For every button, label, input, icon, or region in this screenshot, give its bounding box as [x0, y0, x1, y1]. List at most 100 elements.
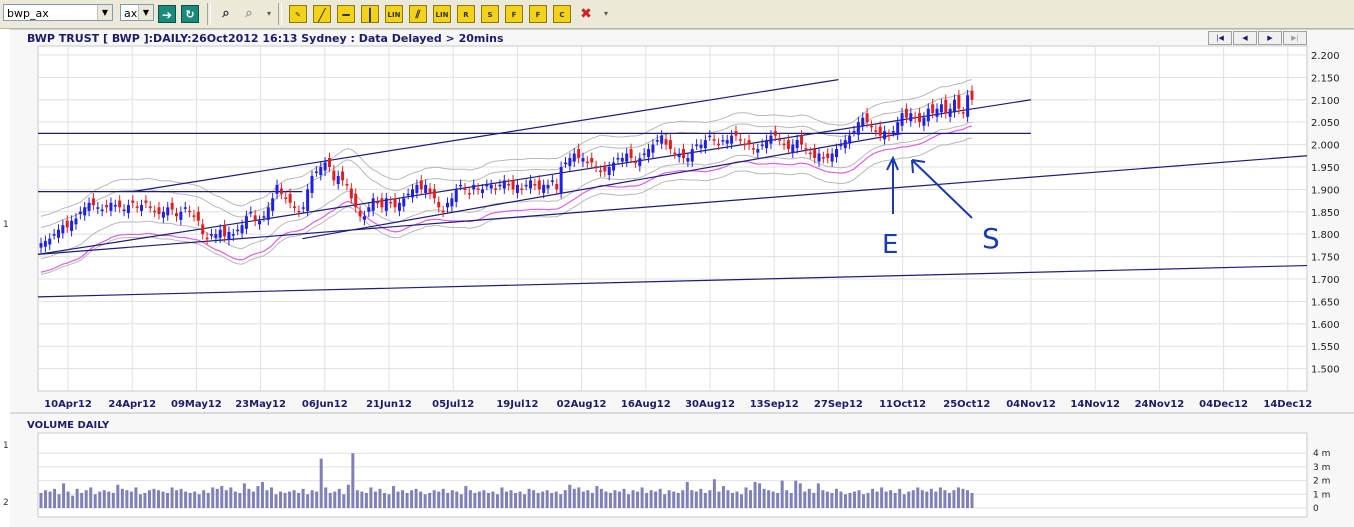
candle-body — [559, 166, 563, 193]
volume-bar — [758, 483, 762, 508]
volume-bar — [676, 492, 680, 508]
candle-body — [135, 206, 139, 208]
volume-bar — [884, 491, 888, 508]
candle-body — [765, 140, 769, 149]
volume-bar — [224, 490, 228, 508]
volume-bar — [875, 491, 879, 508]
volume-bar — [193, 491, 197, 508]
candle-body — [511, 180, 515, 190]
volume-bar — [369, 487, 373, 508]
x-tick-label: 14Dec12 — [1263, 399, 1312, 410]
candle-body — [65, 220, 69, 228]
volume-bar — [794, 480, 798, 508]
candle-body — [520, 188, 524, 190]
candle-body — [397, 202, 401, 211]
volume-bar — [410, 490, 414, 508]
y-tick-label: 1.500 — [1311, 365, 1340, 376]
volume-tick-label: 1 m — [1313, 490, 1330, 500]
volume-bar — [785, 490, 789, 508]
candle-body — [402, 198, 406, 207]
volume-bar — [464, 486, 468, 508]
candle-body — [424, 184, 428, 193]
volume-bar — [48, 491, 52, 508]
candle-body — [249, 211, 253, 214]
volume-bar — [288, 491, 292, 508]
candle-body — [603, 166, 607, 172]
x-tick-label: 19Jul12 — [496, 399, 538, 410]
volume-bar — [730, 492, 734, 508]
volume-bar — [708, 490, 712, 508]
nav-first-button[interactable]: |◀ — [1208, 31, 1232, 45]
candle-body — [546, 184, 550, 189]
volume-bar — [970, 492, 974, 508]
candle-body — [533, 184, 537, 186]
volume-bar — [902, 494, 906, 508]
candle-body — [655, 140, 659, 142]
volume-bar — [825, 491, 829, 508]
candle-body — [279, 188, 283, 194]
volume-bar — [952, 490, 956, 508]
volume-bar — [125, 490, 129, 508]
volume-bar — [604, 491, 608, 508]
volume-bar — [269, 487, 273, 508]
volume-bar — [392, 486, 396, 508]
candle-body — [502, 180, 506, 189]
candle-body — [428, 188, 432, 194]
candle-body — [695, 144, 699, 147]
volume-bar — [405, 492, 409, 508]
volume-bar — [184, 491, 188, 508]
y-tick-label: 1.650 — [1311, 297, 1340, 308]
volume-bar — [206, 492, 210, 508]
candle-body — [607, 166, 611, 176]
volume-bar — [251, 491, 255, 508]
candle-body — [716, 143, 720, 146]
candle-body — [43, 240, 47, 247]
candle-body — [756, 149, 760, 153]
volume-bar — [839, 491, 843, 508]
candle-body — [223, 225, 227, 237]
volume-bar — [663, 494, 667, 508]
candle-body — [647, 149, 651, 158]
candle-body — [354, 193, 358, 208]
volume-bar — [726, 490, 730, 508]
candle-body — [612, 162, 616, 171]
volume-bar — [559, 494, 563, 508]
candle-body — [437, 201, 441, 208]
candle-body — [476, 188, 480, 190]
candle-body — [70, 220, 74, 232]
volume-bar — [803, 491, 807, 508]
candle-body — [332, 170, 336, 181]
x-tick-label: 21Jun12 — [366, 399, 412, 410]
candle-body — [507, 184, 511, 186]
volume-bar — [355, 490, 359, 508]
volume-bar — [816, 483, 820, 508]
candle-body — [572, 153, 576, 162]
volume-bar — [102, 490, 106, 508]
nav-next-button[interactable]: ▶ — [1258, 31, 1282, 45]
x-tick-label: 24Apr12 — [108, 399, 156, 410]
candle-body — [852, 131, 856, 133]
candle-body — [236, 229, 240, 232]
candle-body — [725, 140, 729, 144]
candle-body — [738, 139, 742, 141]
candle-body — [166, 207, 170, 216]
candle-body — [371, 198, 375, 211]
volume-bar — [712, 479, 716, 508]
volume-bar — [586, 490, 590, 508]
nav-prev-button[interactable]: ◀ — [1233, 31, 1257, 45]
volume-bar — [631, 490, 635, 508]
nav-last-button[interactable]: ▶| — [1283, 31, 1307, 45]
volume-bar — [699, 488, 703, 508]
annotation-e: E — [882, 230, 898, 260]
candle-body — [861, 117, 865, 126]
volume-bar — [852, 491, 856, 508]
candle-body — [96, 207, 100, 209]
candle-body — [52, 234, 56, 236]
volume-bar — [767, 490, 771, 508]
volume-bar — [807, 488, 811, 508]
candle-body — [56, 229, 60, 238]
x-tick-label: 06Jun12 — [302, 399, 348, 410]
volume-bar — [297, 492, 301, 508]
candle-body — [214, 234, 218, 238]
candle-body — [564, 162, 568, 164]
